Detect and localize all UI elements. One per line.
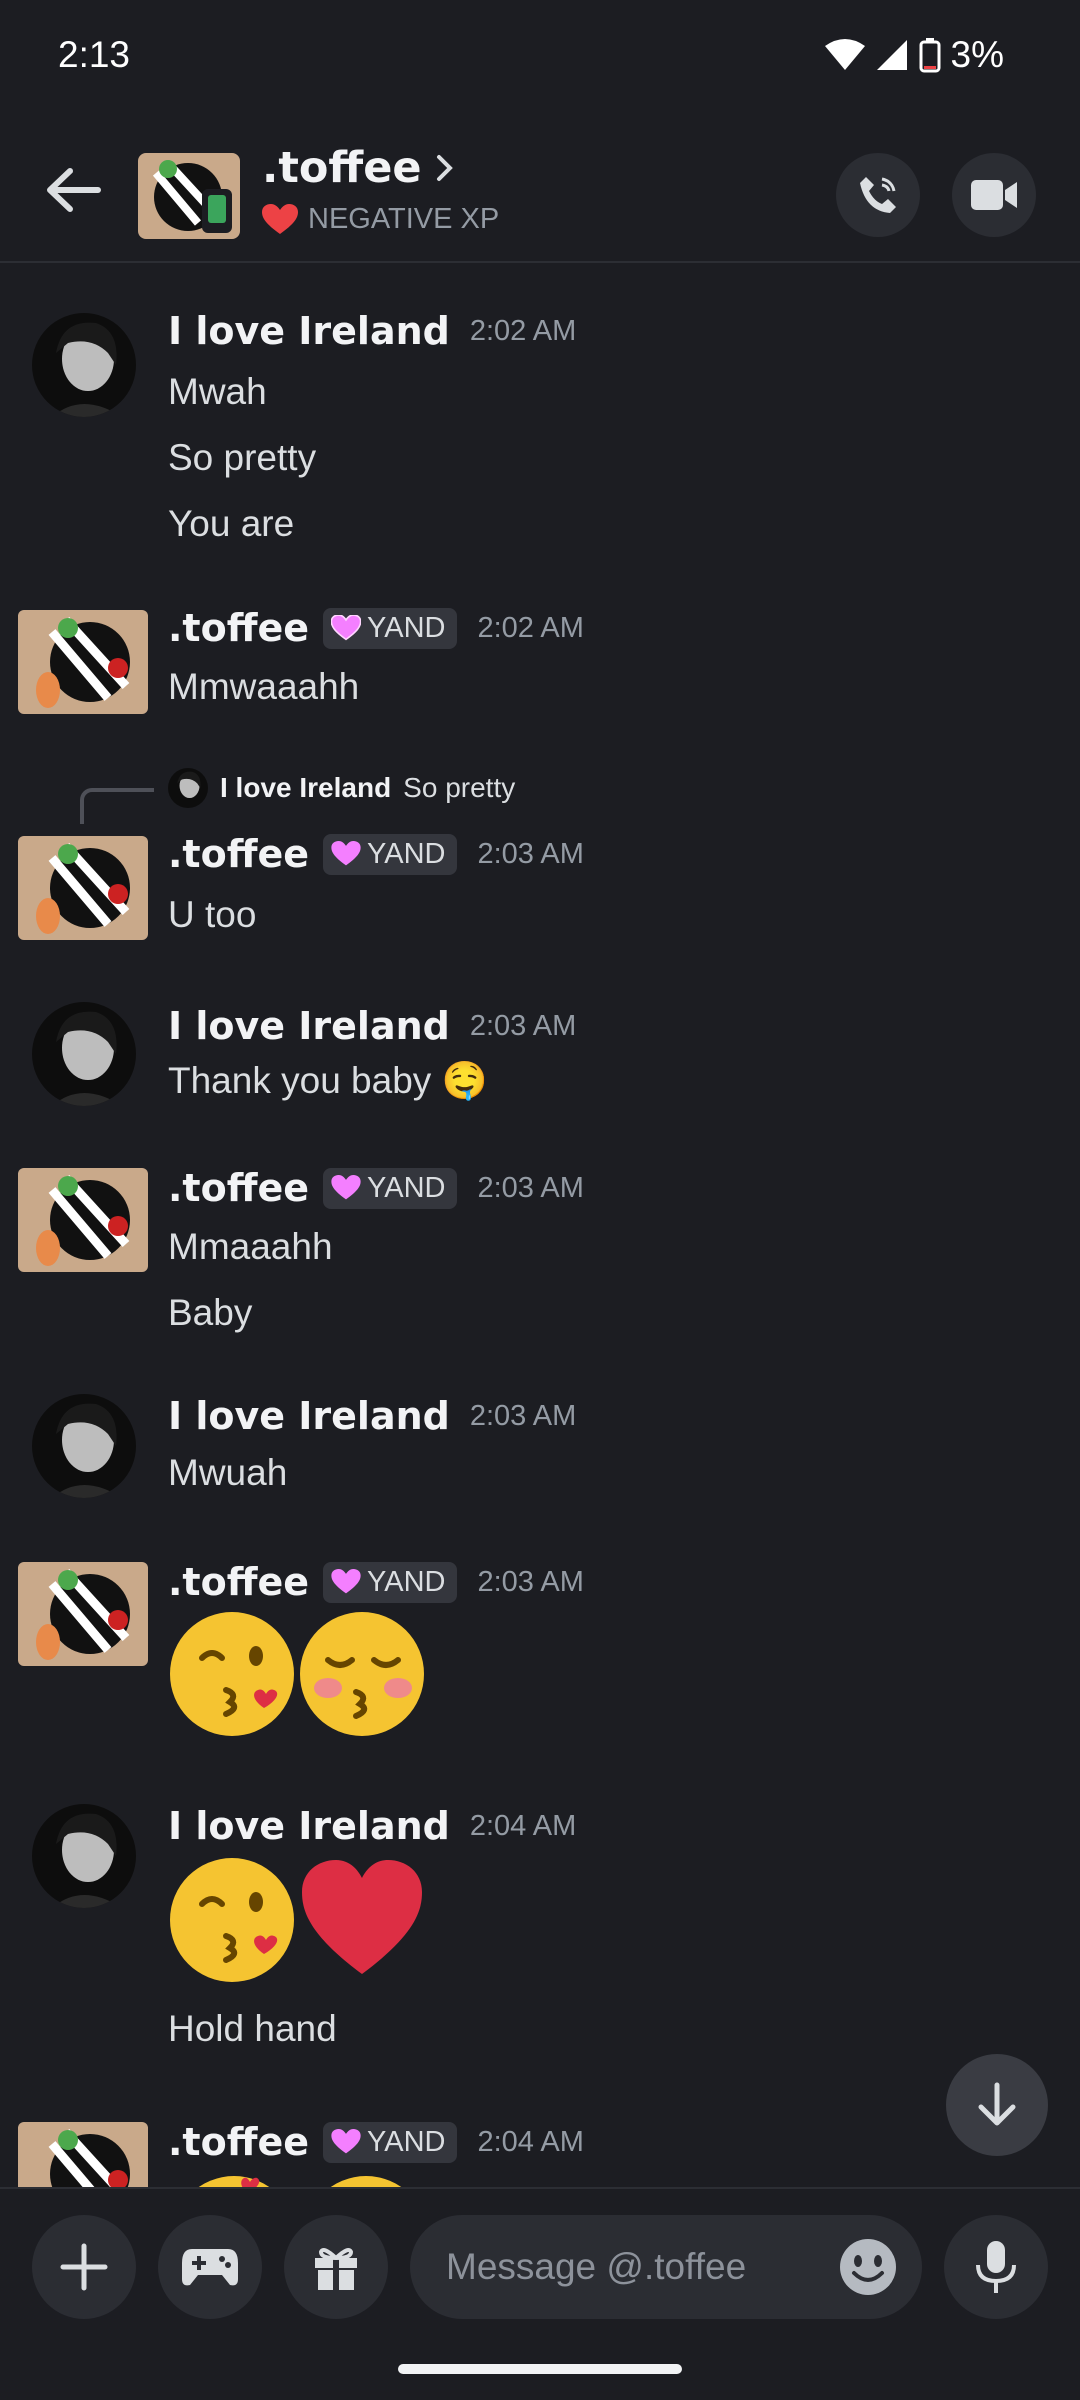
message-group[interactable]: .toffee YAND 2:04 AM	[0, 2118, 1080, 2187]
header-avatar[interactable]	[138, 153, 240, 239]
header-title[interactable]: .toffee	[262, 143, 454, 193]
face-blowing-kiss-icon[interactable]	[168, 1608, 298, 1738]
reply-avatar	[168, 768, 208, 808]
jump-to-present-button[interactable]	[946, 2054, 1048, 2156]
timestamp: 2:03 AM	[469, 1399, 577, 1432]
video-call-button[interactable]	[952, 153, 1036, 237]
emoji-partial-icon	[198, 2176, 402, 2187]
message-input-placeholder: Message @.toffee	[446, 2246, 747, 2287]
message-text[interactable]: Thank you baby 🤤	[168, 1060, 488, 1103]
jumbo-emoji-row[interactable]	[168, 1608, 428, 1738]
back-arrow-icon[interactable]	[44, 165, 104, 215]
activities-button[interactable]	[158, 2215, 262, 2319]
message-text[interactable]: Mmaaahh	[168, 1226, 333, 1268]
battery-level: 3%	[950, 34, 1004, 75]
avatar[interactable]	[32, 1394, 136, 1498]
arrow-down-icon	[978, 2082, 1016, 2126]
user-tag-badge[interactable]: YAND	[323, 2121, 458, 2163]
user-tag-badge[interactable]: YAND	[323, 1561, 458, 1603]
timestamp: 2:03 AM	[469, 1009, 577, 1042]
status-bar: 2:13 3%	[0, 0, 1080, 115]
message-text[interactable]: Hold hand	[168, 2008, 337, 2050]
timestamp: 2:04 AM	[469, 1809, 577, 1842]
message-text[interactable]: Mwuah	[168, 1452, 287, 1494]
battery-icon	[919, 38, 941, 73]
clock: 2:13	[58, 34, 131, 75]
message-input[interactable]: Message @.toffee	[410, 2215, 922, 2319]
timestamp: 2:03 AM	[477, 1171, 584, 1204]
signal-icon	[876, 40, 907, 70]
avatar[interactable]	[32, 313, 136, 417]
avatar[interactable]	[32, 1804, 136, 1908]
author-name[interactable]: .toffee	[168, 2120, 309, 2164]
timestamp: 2:03 AM	[477, 1565, 584, 1598]
timestamp: 2:02 AM	[469, 314, 577, 347]
reply-author: I love Ireland	[220, 772, 392, 803]
voice-message-button[interactable]	[944, 2215, 1048, 2319]
plus-icon	[60, 2243, 108, 2291]
heart-icon	[331, 1175, 361, 1200]
author-name[interactable]: .toffee	[168, 832, 309, 876]
author-name[interactable]: .toffee	[168, 1166, 309, 1210]
user-tag-badge[interactable]: YAND	[323, 833, 458, 875]
message-text[interactable]: U too	[168, 894, 256, 936]
message-text[interactable]: Mwah	[168, 371, 267, 413]
message-text[interactable]: So pretty	[168, 437, 316, 479]
status-icons: 3%	[824, 34, 1004, 76]
heart-icon	[262, 203, 298, 234]
author-name[interactable]: .toffee	[168, 606, 309, 650]
user-tag-badge[interactable]: YAND	[323, 1167, 458, 1209]
chevron-right-icon	[436, 155, 453, 181]
chat-header: .toffee NEGATIVE XP	[0, 115, 1080, 263]
heart-icon	[331, 1569, 361, 1594]
author-name[interactable]: I love Ireland	[168, 1394, 450, 1438]
microphone-icon	[976, 2241, 1016, 2293]
author-name[interactable]: I love Ireland	[168, 1004, 450, 1048]
face-blowing-kiss-icon[interactable]	[168, 1854, 298, 1984]
video-camera-icon	[971, 180, 1017, 210]
avatar[interactable]	[18, 1168, 148, 1272]
reply-preview[interactable]: I love Ireland So pretty	[168, 768, 515, 808]
heart-icon	[331, 841, 361, 866]
author-name[interactable]: I love Ireland	[168, 1804, 450, 1848]
avatar[interactable]	[18, 610, 148, 714]
timestamp: 2:03 AM	[477, 837, 584, 870]
kissing-closed-eyes-icon[interactable]	[298, 1608, 428, 1738]
avatar[interactable]	[18, 836, 148, 940]
header-status: NEGATIVE XP	[262, 203, 499, 236]
red-heart-icon[interactable]	[298, 1854, 428, 1984]
reply-text: So pretty	[403, 772, 516, 803]
user-tag-badge[interactable]: YAND	[323, 607, 458, 649]
heart-icon	[331, 2129, 361, 2154]
voice-call-button[interactable]	[836, 153, 920, 237]
timestamp: 2:02 AM	[477, 611, 584, 644]
message-text[interactable]: Baby	[168, 1292, 252, 1334]
add-attachment-button[interactable]	[32, 2215, 136, 2319]
avatar[interactable]	[18, 2122, 148, 2187]
header-subtitle: NEGATIVE XP	[308, 203, 500, 235]
avatar[interactable]	[18, 1562, 148, 1666]
gift-button[interactable]	[284, 2215, 388, 2319]
phone-icon	[860, 177, 896, 213]
gamepad-icon	[182, 2249, 238, 2286]
reply-connector	[80, 788, 154, 824]
heart-icon	[331, 615, 362, 641]
avatar[interactable]	[32, 1002, 136, 1106]
message-text[interactable]: Mmwaaahh	[168, 666, 359, 708]
home-indicator[interactable]	[398, 2364, 682, 2374]
emoji-picker-icon[interactable]	[838, 2237, 898, 2297]
wifi-icon	[824, 39, 865, 70]
author-name[interactable]: I love Ireland	[168, 309, 450, 353]
message-text[interactable]: You are	[168, 503, 294, 545]
timestamp: 2:04 AM	[477, 2125, 584, 2158]
author-name[interactable]: .toffee	[168, 1560, 309, 1604]
jumbo-emoji-row[interactable]	[168, 1854, 428, 1984]
gift-icon	[315, 2248, 357, 2290]
